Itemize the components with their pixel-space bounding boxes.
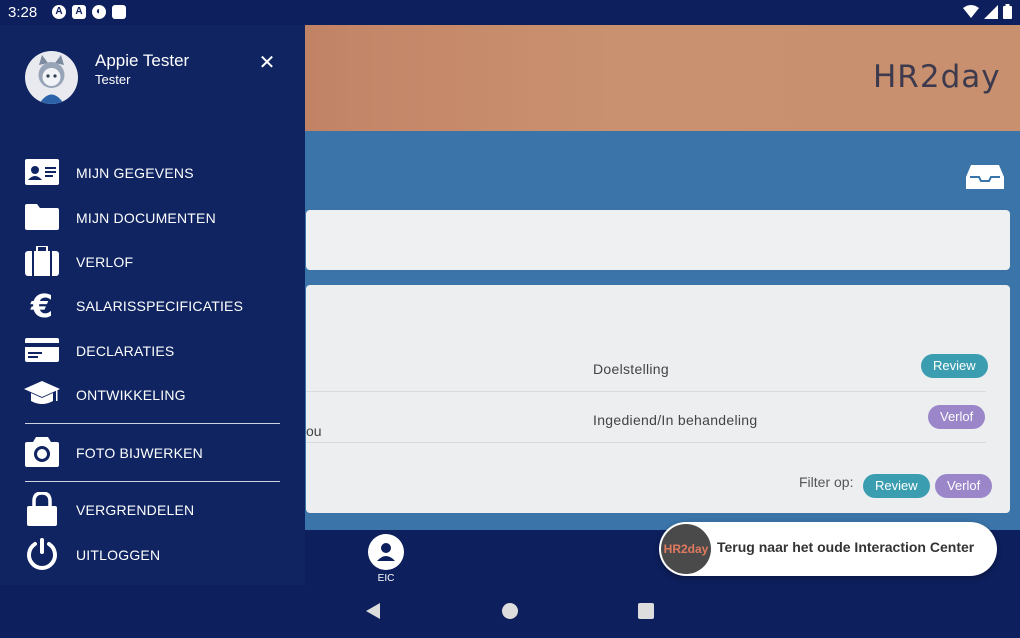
- menu-item-verlof[interactable]: VERLOF: [0, 241, 305, 281]
- power-icon: [24, 538, 60, 570]
- menu-item-label: VERGRENDELEN: [76, 502, 195, 518]
- inbox-icon[interactable]: [965, 161, 1005, 191]
- menu-item-label: SALARISSPECIFICATIES: [76, 298, 244, 314]
- menu-item-label: FOTO BIJWERKEN: [76, 445, 203, 461]
- toast-logo: HR2day: [661, 524, 711, 574]
- task-status: Doelstelling: [593, 361, 669, 377]
- filter-review-chip[interactable]: Review: [863, 474, 930, 498]
- menu-item-label: MIJN GEGEVENS: [76, 165, 194, 181]
- menu-item-label: UITLOGGEN: [76, 547, 161, 563]
- folder-icon: [24, 201, 60, 233]
- notification-icons: A A ◐: [52, 5, 126, 19]
- camera-icon: [24, 436, 60, 468]
- menu-item-foto-bijwerken[interactable]: FOTO BIJWERKEN: [0, 432, 305, 472]
- menu-item-mijn-gegevens[interactable]: MIJN GEGEVENS: [0, 152, 305, 192]
- summary-card: [306, 210, 1010, 270]
- menu-item-mijn-documenten[interactable]: MIJN DOCUMENTEN: [0, 197, 305, 237]
- graduation-cap-icon: [24, 378, 60, 410]
- task-title: ou: [306, 423, 322, 439]
- sd-card-icon: [112, 5, 126, 19]
- battery-icon: [1003, 4, 1012, 19]
- euro-icon: €: [24, 289, 60, 321]
- id-card-icon: [24, 156, 60, 188]
- task-row[interactable]: Doelstelling Review: [306, 342, 988, 392]
- menu-item-label: VERLOF: [76, 254, 134, 270]
- close-icon[interactable]: ✕: [258, 53, 276, 73]
- menu-item-salarisspecificaties[interactable]: € SALARISSPECIFICATIES: [0, 285, 305, 325]
- system-navigation-bar: [0, 585, 1020, 638]
- notification-box-icon: A: [72, 5, 86, 19]
- menu-item-uitloggen[interactable]: UITLOGGEN: [0, 534, 305, 574]
- avatar: [25, 51, 78, 104]
- filter-verlof-chip[interactable]: Verlof: [935, 474, 993, 498]
- menu-item-vergrendelen[interactable]: VERGRENDELEN: [0, 489, 305, 529]
- notification-a-icon: A: [52, 5, 66, 19]
- toast-text: Terug naar het oude Interaction Center: [717, 539, 975, 555]
- menu-item-label: MIJN DOCUMENTEN: [76, 210, 216, 226]
- tasks-card: Doelstelling Review ou Ingediend/In beha…: [306, 285, 1010, 513]
- task-row[interactable]: ou Ingediend/In behandeling Verlof: [306, 393, 986, 443]
- hr2day-logo: HR2day: [873, 59, 1001, 95]
- menu-item-ontwikkeling[interactable]: ONTWIKKELING: [0, 374, 305, 414]
- verlof-badge: Verlof: [928, 405, 986, 429]
- user-name: Appie Tester: [95, 51, 190, 70]
- signal-icon: [984, 4, 998, 19]
- notification-app-icon: ◐: [92, 5, 106, 19]
- eic-tab-label: EIC: [377, 573, 395, 584]
- lock-icon: [24, 492, 60, 526]
- status-bar: 3:28 A A ◐: [0, 0, 1020, 25]
- menu-item-label: DECLARATIES: [76, 343, 175, 359]
- svg-text:€: €: [30, 289, 53, 321]
- review-badge: Review: [921, 354, 988, 378]
- menu-divider: [25, 423, 280, 424]
- wifi-icon: [963, 4, 979, 18]
- back-icon[interactable]: [366, 603, 382, 619]
- recents-icon[interactable]: [638, 603, 654, 619]
- status-time: 3:28: [8, 4, 38, 21]
- system-icons: [963, 4, 1012, 19]
- task-status: Ingediend/In behandeling: [593, 412, 758, 428]
- menu-divider: [25, 481, 280, 482]
- old-interaction-center-button[interactable]: HR2day Terug naar het oude Interaction C…: [659, 522, 997, 576]
- user-role: Tester: [95, 72, 131, 87]
- credit-card-icon: [24, 334, 60, 366]
- home-icon[interactable]: [502, 603, 518, 619]
- eic-tab-icon[interactable]: [368, 534, 404, 570]
- menu-item-declaraties[interactable]: DECLARATIES: [0, 330, 305, 370]
- suitcase-icon: [24, 245, 60, 277]
- menu-item-label: ONTWIKKELING: [76, 387, 186, 403]
- navigation-drawer: Appie Tester Tester ✕ MIJN GEGEVENS MIJN…: [0, 25, 305, 585]
- filter-label: Filter op:: [799, 474, 854, 490]
